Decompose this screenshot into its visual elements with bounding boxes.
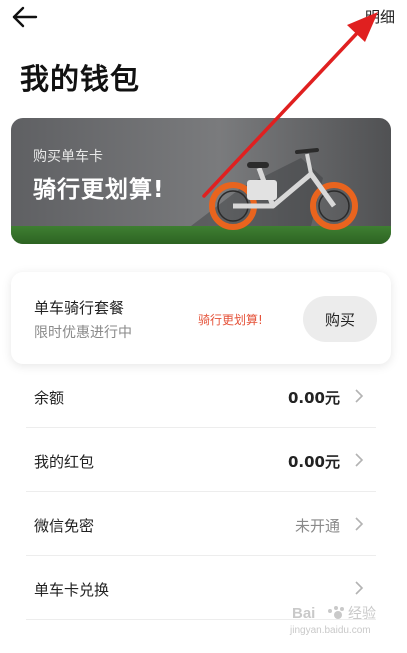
package-title: 单车骑行套餐 (34, 299, 125, 317)
detail-link[interactable]: 明细 (365, 6, 395, 27)
top-bar: 明细 (0, 0, 407, 36)
list-item-label: 单车卡兑换 (34, 581, 110, 599)
list-item-label: 余额 (34, 389, 65, 407)
arrow-left-icon (12, 6, 38, 28)
list-item-wechat-password-free[interactable]: 微信免密 未开通 (26, 492, 376, 556)
chevron-right-icon (355, 517, 364, 531)
chevron-right-icon (355, 389, 364, 403)
list-item-label: 我的红包 (34, 453, 95, 471)
back-button[interactable] (10, 4, 42, 30)
page-title: 我的钱包 (20, 62, 141, 96)
list-item-label: 微信免密 (34, 517, 95, 535)
chevron-right-icon (355, 453, 364, 467)
buy-button[interactable]: 购买 (303, 296, 377, 342)
buy-card-banner[interactable]: 购买单车卡 骑行更划算! (11, 118, 391, 244)
list-item-value: 0.00元 (287, 453, 340, 471)
list-item-red-packet[interactable]: 我的红包 0.00元 (26, 428, 376, 492)
watermark-logo: Bai 经验 jingyan.baidu.com (288, 600, 398, 638)
list-item-value: 0.00元 (287, 389, 340, 407)
svg-text:经验: 经验 (348, 606, 376, 622)
list-item-balance[interactable]: 余额 0.00元 (26, 364, 376, 428)
package-subtitle: 限时优惠进行中 (34, 325, 132, 341)
banner-headline: 骑行更划算! (33, 177, 165, 203)
package-promo: 骑行更划算! (198, 313, 263, 327)
banner-subtitle: 购买单车卡 (33, 149, 103, 165)
list-item-value: 未开通 (294, 517, 340, 535)
svg-text:Bai: Bai (292, 605, 315, 622)
chevron-right-icon (355, 581, 364, 595)
svg-text:jingyan.baidu.com: jingyan.baidu.com (289, 625, 371, 636)
riding-package-card[interactable]: 单车骑行套餐 限时优惠进行中 骑行更划算! 购买 (11, 272, 391, 364)
